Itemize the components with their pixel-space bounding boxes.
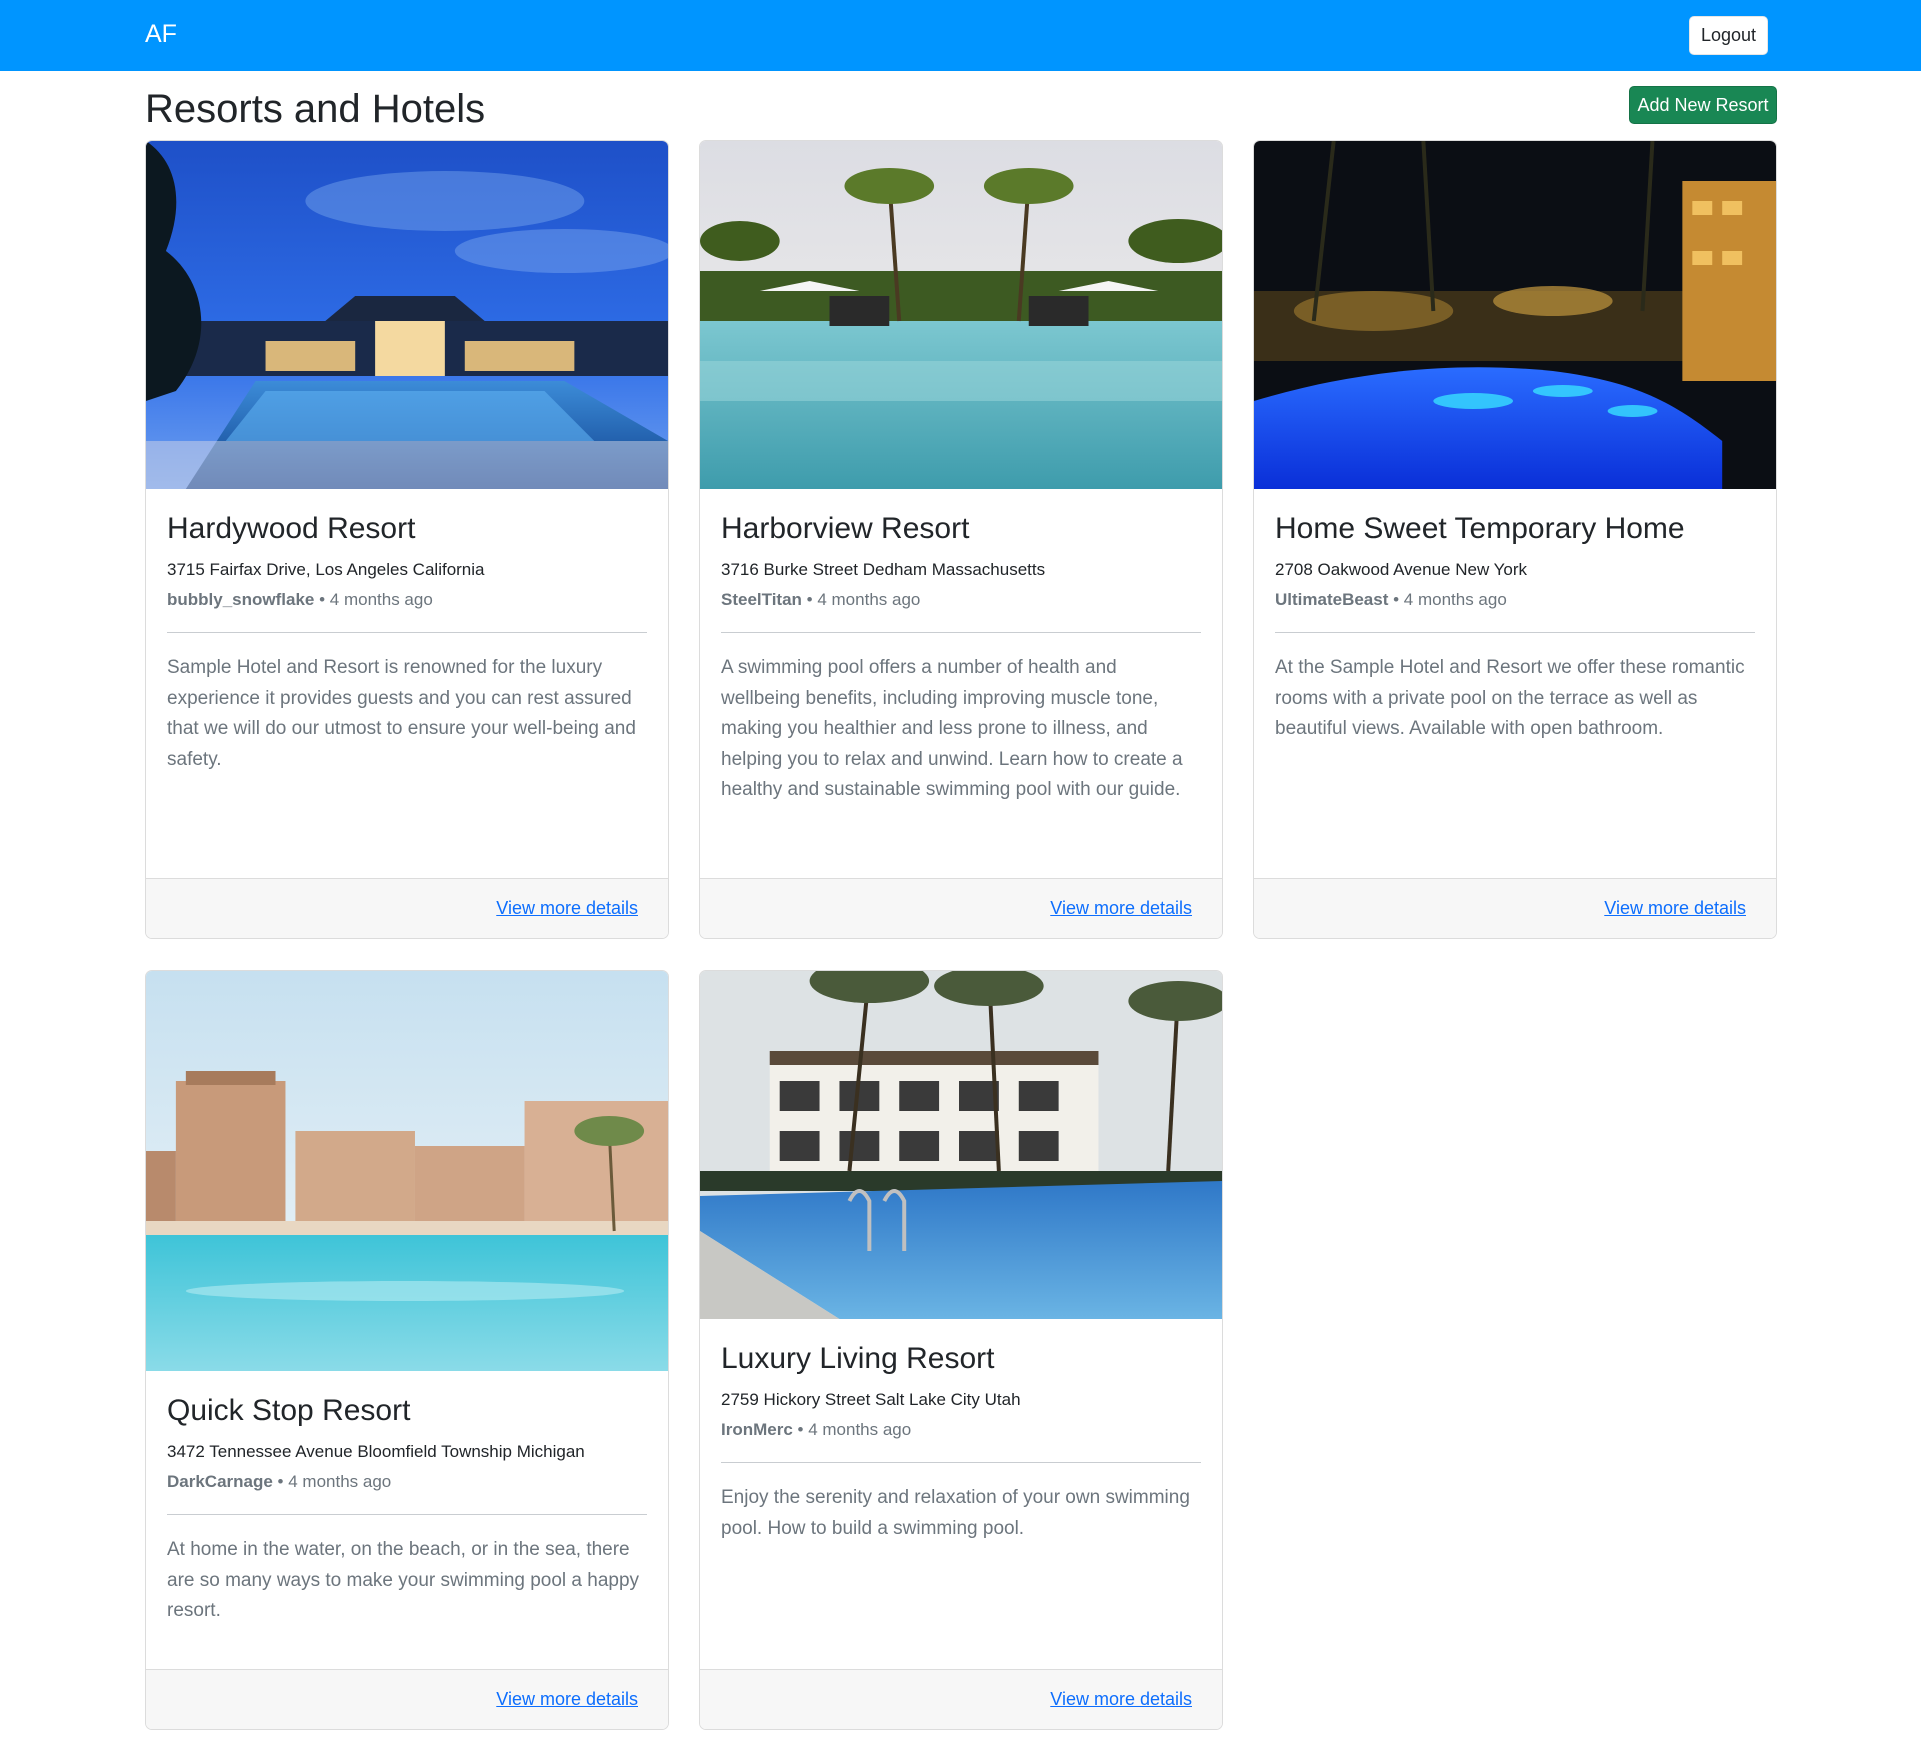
resort-address: 3715 Fairfax Drive, Los Angeles Californ… (167, 560, 485, 579)
divider (721, 632, 1201, 633)
resort-meta: DarkCarnage • 4 months ago (167, 1472, 392, 1491)
view-more-details-link[interactable]: View more details (1050, 898, 1192, 919)
resort-meta: UltimateBeast • 4 months ago (1275, 590, 1507, 609)
resort-time: 4 months ago (329, 590, 433, 609)
resort-meta: SteelTitan • 4 months ago (721, 590, 921, 609)
resort-image (146, 141, 668, 489)
resort-author: bubbly_snowflake (167, 590, 315, 609)
resort-description: At the Sample Hotel and Resort we offer … (1275, 657, 1745, 739)
view-more-details-link[interactable]: View more details (1604, 898, 1746, 919)
resort-name: Quick Stop Resort (167, 1394, 411, 1427)
resort-address: 2759 Hickory Street Salt Lake City Utah (721, 1390, 1021, 1409)
resort-name: Harborview Resort (721, 512, 970, 545)
view-more-details-link[interactable]: View more details (496, 898, 638, 919)
resort-image (700, 141, 1222, 489)
resort-time: 4 months ago (808, 1420, 912, 1439)
brand-logo[interactable]: AF (145, 20, 177, 49)
card-footer: View more details (146, 878, 668, 938)
resort-time: 4 months ago (1403, 590, 1507, 609)
resort-card: Home Sweet Temporary Home 2708 Oakwood A… (1253, 140, 1777, 939)
page-title: Resorts and Hotels (145, 87, 486, 131)
resort-address: 3716 Burke Street Dedham Massachusetts (721, 560, 1046, 579)
divider (1275, 632, 1755, 633)
resort-meta: bubbly_snowflake • 4 months ago (167, 590, 433, 609)
resort-card: Harborview Resort 3716 Burke Street Dedh… (699, 140, 1223, 939)
navbar: AF Logout (0, 0, 1921, 71)
add-new-resort-button[interactable]: Add New Resort (1629, 86, 1777, 124)
resort-description: Sample Hotel and Resort is renowned for … (167, 657, 636, 770)
resort-meta: IronMerc • 4 months ago (721, 1420, 912, 1439)
resort-card: Quick Stop Resort 3472 Tennessee Avenue … (145, 970, 669, 1730)
resort-description: Enjoy the serenity and relaxation of you… (721, 1487, 1190, 1539)
resort-name: Hardywood Resort (167, 512, 416, 545)
resort-card: Hardywood Resort 3715 Fairfax Drive, Los… (145, 140, 669, 939)
divider (167, 632, 647, 633)
resort-time: 4 months ago (288, 1472, 392, 1491)
card-footer: View more details (146, 1669, 668, 1729)
resort-author: DarkCarnage (167, 1472, 273, 1491)
resort-name: Home Sweet Temporary Home (1275, 512, 1685, 545)
resort-description: A swimming pool offers a number of healt… (721, 657, 1183, 800)
resort-address: 3472 Tennessee Avenue Bloomfield Townshi… (167, 1442, 585, 1461)
resort-address: 2708 Oakwood Avenue New York (1275, 560, 1528, 579)
resort-author: UltimateBeast (1275, 590, 1389, 609)
resort-image (700, 971, 1222, 1319)
resort-author: IronMerc (721, 1420, 793, 1439)
logout-button[interactable]: Logout (1689, 16, 1768, 55)
view-more-details-link[interactable]: View more details (1050, 1689, 1192, 1710)
resort-description: At home in the water, on the beach, or i… (167, 1539, 640, 1621)
card-footer: View more details (700, 1669, 1222, 1729)
resort-time: 4 months ago (817, 590, 921, 609)
card-footer: View more details (1254, 878, 1776, 938)
view-more-details-link[interactable]: View more details (496, 1689, 638, 1710)
divider (167, 1514, 647, 1515)
resort-author: SteelTitan (721, 590, 802, 609)
resort-image (146, 971, 668, 1371)
divider (721, 1462, 1201, 1463)
resort-card: Luxury Living Resort 2759 Hickory Street… (699, 970, 1223, 1730)
resort-name: Luxury Living Resort (721, 1342, 995, 1375)
card-footer: View more details (700, 878, 1222, 938)
resort-image (1254, 141, 1776, 489)
